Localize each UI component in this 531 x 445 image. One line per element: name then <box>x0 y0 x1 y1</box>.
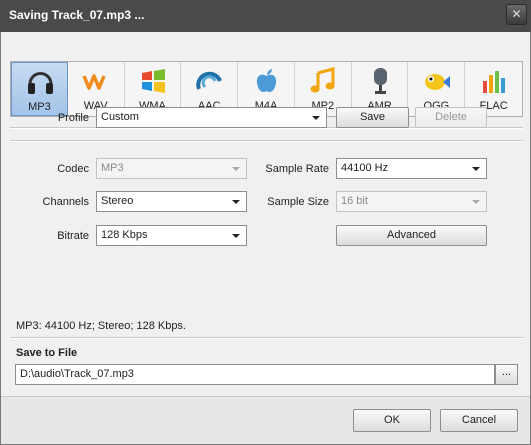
sample-size-value: 16 bit <box>341 195 368 207</box>
cancel-button[interactable]: Cancel <box>440 409 518 432</box>
channels-select[interactable]: Stereo <box>96 191 247 212</box>
sample-rate-select[interactable]: 44100 Hz <box>336 158 487 179</box>
browse-button[interactable]: ... <box>495 364 518 385</box>
windows-logo-icon <box>141 69 165 93</box>
codec-select[interactable]: MP3 <box>96 158 247 179</box>
profile-label: Profile <box>57 112 89 124</box>
channels-value: Stereo <box>101 195 134 207</box>
advanced-button[interactable]: Advanced <box>336 225 487 246</box>
headphones-icon <box>28 72 53 94</box>
profile-select[interactable]: Custom <box>96 107 327 128</box>
equalizer-icon <box>483 71 506 93</box>
close-icon: ✕ <box>511 7 522 21</box>
profile-delete-button[interactable]: Delete <box>415 107 487 128</box>
bitrate-select[interactable]: 128 Kbps <box>96 225 247 246</box>
codec-value: MP3 <box>101 162 124 174</box>
sample-rate-label: Sample Rate <box>265 163 329 175</box>
close-button[interactable]: ✕ <box>506 4 527 25</box>
divider <box>10 140 523 142</box>
sample-size-label: Sample Size <box>267 196 329 208</box>
save-to-file-title: Save to File <box>16 347 78 359</box>
format-summary: MP3: 44100 Hz; Stereo; 128 Kbps. <box>16 320 186 332</box>
dialog-footer: OK Cancel <box>1 396 530 444</box>
profile-save-button[interactable]: Save <box>336 107 409 128</box>
chevron-down-icon <box>232 200 240 204</box>
sample-rate-value: 44100 Hz <box>341 162 389 174</box>
chevron-down-icon <box>472 167 480 171</box>
sample-size-select[interactable]: 16 bit <box>336 191 487 212</box>
aac-swirl-icon <box>196 71 223 90</box>
divider <box>10 337 523 339</box>
title-bar: Saving Track_07.mp3 ... ✕ <box>0 0 531 32</box>
channels-label: Channels <box>42 196 89 208</box>
codec-label: Codec <box>57 163 89 175</box>
music-note-icon <box>310 67 335 93</box>
wav-wave-icon <box>82 74 106 90</box>
ok-button[interactable]: OK <box>353 409 431 432</box>
chevron-down-icon <box>232 234 240 238</box>
profile-value: Custom <box>101 111 139 123</box>
fish-icon <box>425 74 451 90</box>
chevron-down-icon <box>312 116 320 120</box>
window-title: Saving Track_07.mp3 ... <box>9 8 145 22</box>
save-path-input[interactable]: D:\audio\Track_07.mp3 <box>15 364 495 385</box>
dialog-body: MP3 WAV WMA AAC M4A MP2 AMR OGG FLAC Pro… <box>0 32 531 445</box>
microphone-icon <box>373 68 387 94</box>
bitrate-label: Bitrate <box>57 230 89 242</box>
apple-logo-icon <box>257 69 277 93</box>
bitrate-value: 128 Kbps <box>101 229 148 241</box>
format-mp3[interactable]: MP3 <box>11 62 68 116</box>
chevron-down-icon <box>232 167 240 171</box>
chevron-down-icon <box>472 200 480 204</box>
